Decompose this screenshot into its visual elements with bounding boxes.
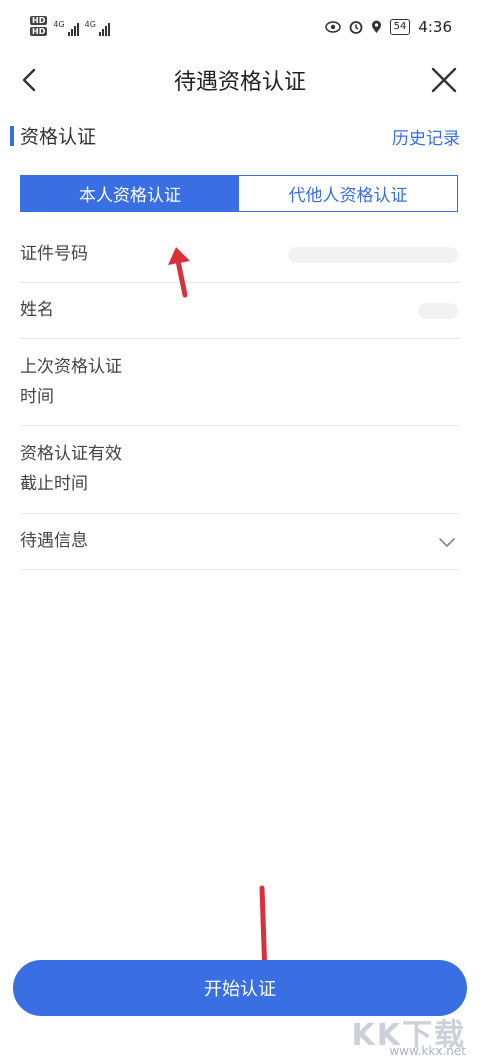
field-label-line2: 截止时间 (20, 474, 88, 494)
field-certification-expiry: 资格认证有效 截止时间 (20, 426, 460, 514)
close-icon[interactable] (428, 64, 460, 96)
field-id-number: 证件号码 (20, 228, 460, 283)
field-label: 待遇信息 (20, 531, 88, 551)
field-name: 姓名 (20, 283, 460, 339)
section-title: 资格认证 (20, 126, 97, 148)
eye-icon (324, 21, 341, 33)
field-benefit-info[interactable]: 待遇信息 (20, 514, 460, 570)
chevron-down-icon[interactable] (438, 536, 456, 548)
alarm-icon (349, 21, 362, 34)
section-header: 资格认证 历史记录 (0, 118, 480, 154)
field-label-line1: 上次资格认证 (20, 357, 122, 377)
signal-icon: 4G (85, 20, 110, 36)
hd-badge: HD (30, 16, 48, 25)
tab-self-certification[interactable]: 本人资格认证 (21, 176, 239, 211)
blurred-value (418, 303, 458, 319)
field-label: 证件号码 (20, 244, 88, 264)
field-label: 姓名 (20, 300, 54, 320)
annotation-arrow-up-icon (168, 247, 190, 298)
blurred-value (288, 247, 458, 263)
status-left: HD HD 4G 4G (30, 16, 110, 36)
history-link[interactable]: 历史记录 (392, 124, 460, 149)
start-certification-button[interactable]: 开始认证 (13, 960, 467, 1016)
watermark-logo: KK下载 www.kkx.net (346, 1010, 467, 1060)
certification-tabs: 本人资格认证 代他人资格认证 (20, 175, 458, 212)
section-accent-bar (10, 126, 14, 146)
tab-proxy-certification[interactable]: 代他人资格认证 (239, 176, 457, 211)
watermark-url: www.kkx.net (389, 1044, 466, 1058)
hd-badge: HD (30, 27, 48, 36)
field-last-certification-time: 上次资格认证 时间 (20, 339, 460, 426)
nav-header: 待遇资格认证 (0, 58, 480, 102)
network-type: 4G (84, 20, 96, 29)
field-label-line1: 资格认证有效 (20, 444, 122, 464)
network-type: 4G (53, 20, 65, 29)
page-title: 待遇资格认证 (173, 70, 306, 95)
location-icon (371, 20, 381, 33)
hd-badges: HD HD (30, 16, 48, 36)
clock: 4:36 (418, 18, 452, 36)
field-label-line2: 时间 (20, 387, 54, 407)
status-bar: HD HD 4G 4G 54 4:36 (0, 0, 480, 58)
battery-indicator: 54 (389, 19, 411, 35)
status-right: 54 4:36 (324, 18, 452, 36)
signal-icon: 4G (53, 20, 79, 36)
